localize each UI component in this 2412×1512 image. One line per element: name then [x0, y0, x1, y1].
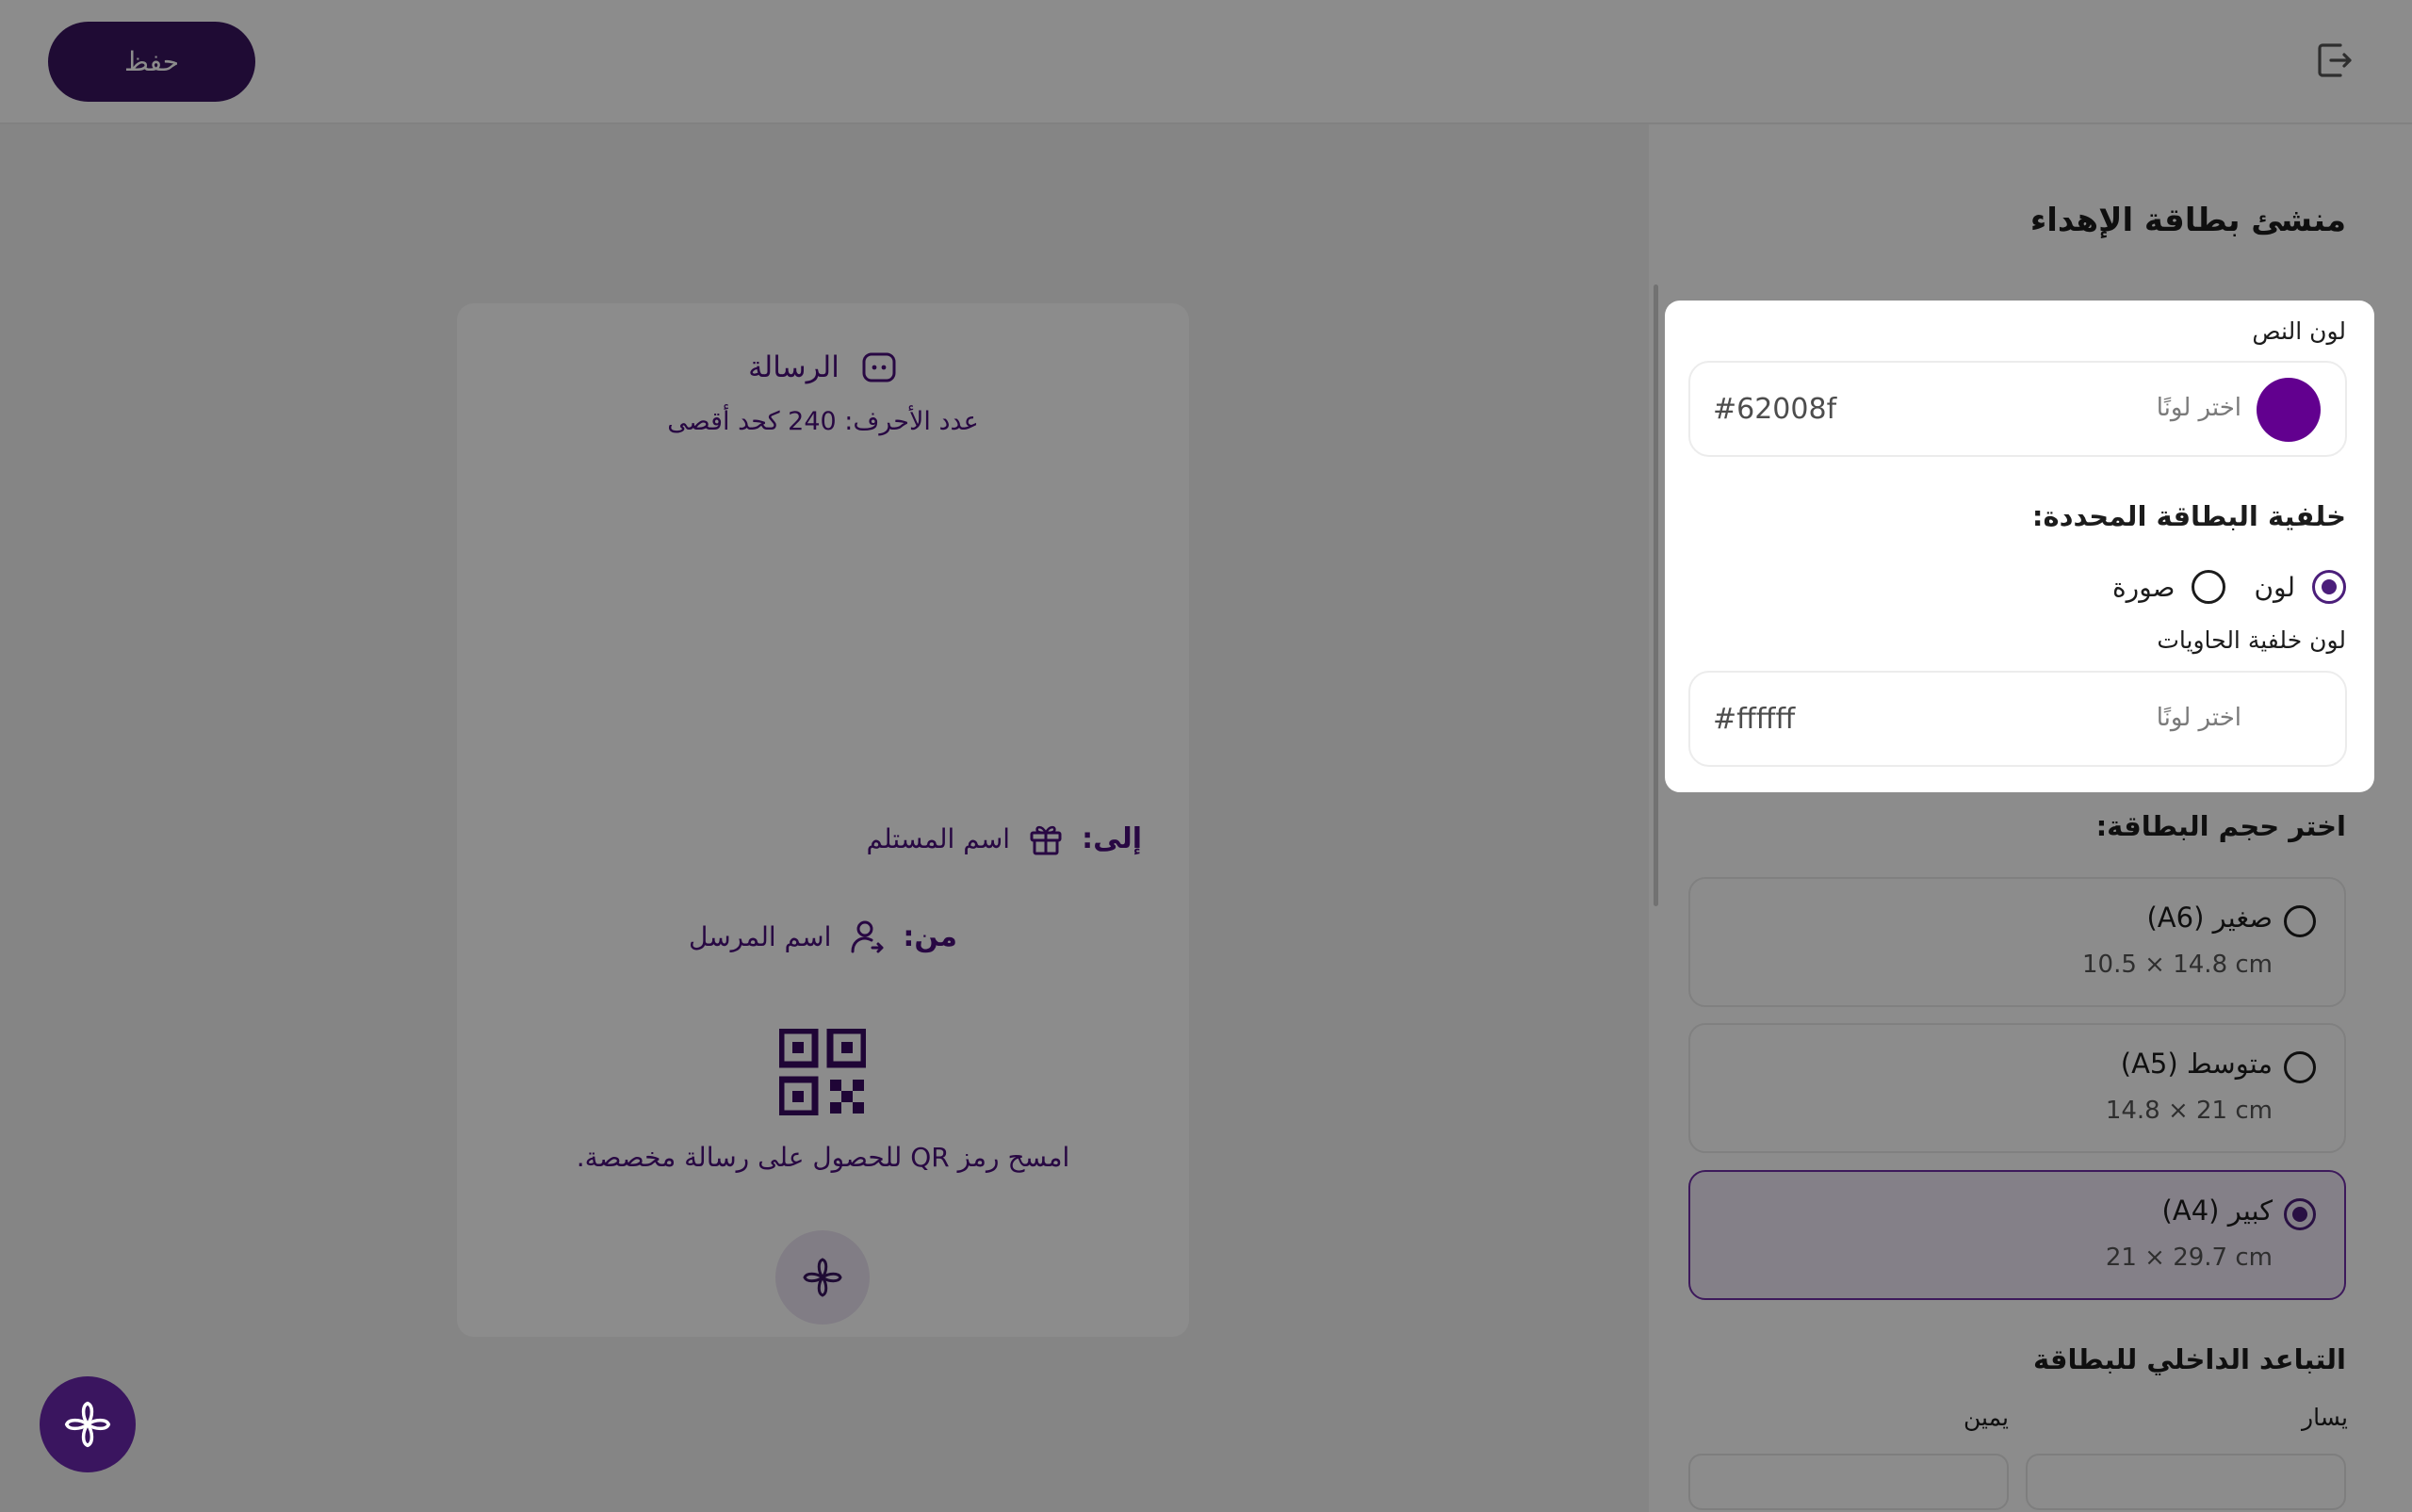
- bg-image-radio[interactable]: [2192, 570, 2226, 604]
- color-settings-popup: لون النص اختر لونًا #62008f خلفية البطاق…: [1665, 301, 2374, 792]
- bg-image-option-label: صورة: [2112, 571, 2176, 603]
- container-bg-label: لون خلفية الحاويات: [2157, 626, 2346, 654]
- pick-color-text: اختر لونًا: [2156, 394, 2241, 422]
- text-color-hex[interactable]: #62008f: [1713, 393, 1836, 426]
- container-bg-picker[interactable]: اختر لونًا #ffffff: [1688, 671, 2347, 767]
- bg-color-option-label: لون: [2254, 571, 2295, 603]
- card-background-title: خلفية البطاقة المحددة:: [2031, 500, 2346, 532]
- text-color-swatch[interactable]: [2257, 378, 2321, 442]
- assistant-fab-button[interactable]: [40, 1376, 136, 1472]
- text-color-picker[interactable]: اختر لونًا #62008f: [1688, 361, 2347, 457]
- bg-color-radio[interactable]: [2312, 570, 2346, 604]
- pick-color-text: اختر لونًا: [2156, 704, 2241, 732]
- flower-logo-icon: [64, 1401, 111, 1448]
- text-color-label: لون النص: [2252, 317, 2346, 345]
- container-bg-hex[interactable]: #ffffff: [1713, 703, 1795, 736]
- background-type-radios: لون صورة: [2112, 570, 2346, 604]
